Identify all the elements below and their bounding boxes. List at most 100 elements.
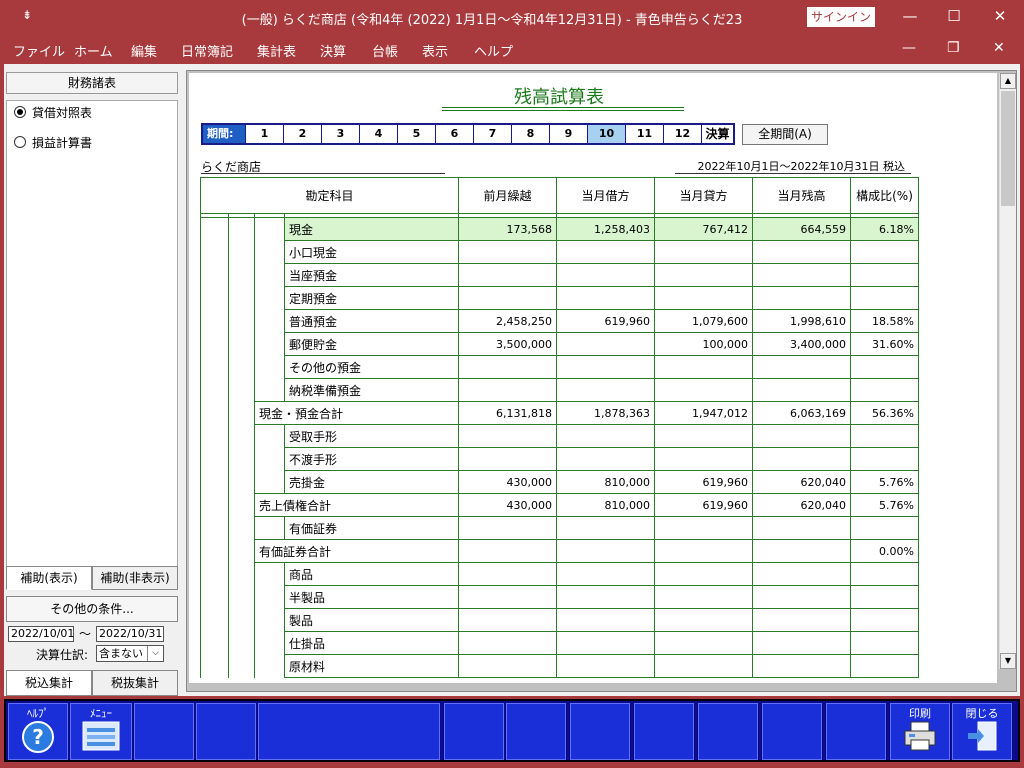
indent-cell <box>228 401 255 425</box>
account-name: 半製品 <box>284 585 459 609</box>
mdi-restore-icon[interactable]: ❐ <box>947 40 960 56</box>
prev-balance: 2,458,250 <box>458 309 557 333</box>
menu-edit[interactable]: 編集 <box>131 41 157 60</box>
table-row[interactable]: 当座預金 <box>200 263 919 287</box>
function-key-6[interactable] <box>444 703 504 760</box>
table-row[interactable]: 納税準備預金 <box>200 378 919 402</box>
table-row[interactable]: 仕掛品 <box>200 631 919 655</box>
account-name: 当座預金 <box>284 263 459 287</box>
period-3-button[interactable]: 3 <box>321 125 359 143</box>
table-row[interactable]: 小口現金 <box>200 240 919 264</box>
menu-home[interactable]: ホーム <box>74 41 113 60</box>
ratio-value <box>850 355 919 379</box>
function-key-12[interactable] <box>826 703 886 760</box>
function-key-5[interactable] <box>258 703 440 760</box>
menu-ledger[interactable]: 台帳 <box>372 41 398 60</box>
indent-cell <box>200 562 229 586</box>
tab-sub-hide[interactable]: 補助(非表示) <box>92 566 178 590</box>
menu-help[interactable]: ヘルプ <box>474 41 513 60</box>
tab-sub-show[interactable]: 補助(表示) <box>6 566 92 590</box>
date-from-input[interactable]: 2022/10/01 <box>8 626 74 642</box>
function-key-7[interactable] <box>506 703 566 760</box>
function-key-10[interactable] <box>698 703 758 760</box>
vertical-scrollbar[interactable]: ▲ ▼ <box>999 73 1016 669</box>
period-9-button[interactable]: 9 <box>549 125 587 143</box>
prev-balance <box>458 539 557 563</box>
scroll-up-icon[interactable]: ▲ <box>1000 73 1016 89</box>
table-row[interactable]: 売上債権合計 430,000 810,000 619,960 620,040 5.76% <box>200 493 919 517</box>
table-row[interactable]: 有価証券合計 0.00% <box>200 539 919 563</box>
date-to-input[interactable]: 2022/10/31 <box>96 626 164 642</box>
menu-view[interactable]: 表示 <box>422 41 448 60</box>
table-row[interactable]: その他の預金 <box>200 355 919 379</box>
signin-button[interactable]: サインイン <box>807 7 875 27</box>
function-key-1[interactable]: ﾍﾙﾌﾟ? <box>8 703 68 760</box>
table-row[interactable]: 定期預金 <box>200 286 919 310</box>
table-row[interactable]: 製品 <box>200 608 919 632</box>
scroll-thumb[interactable] <box>1001 91 1015 206</box>
menu-file[interactable]: ファイル <box>13 41 65 60</box>
period-2-button[interactable]: 2 <box>283 125 321 143</box>
radio-balance-sheet[interactable]: 貸借対照表 <box>14 102 92 122</box>
function-key-11[interactable] <box>762 703 822 760</box>
maximize-icon[interactable]: ☐ <box>939 4 969 28</box>
period-12-button[interactable]: 12 <box>663 125 701 143</box>
indent-cell <box>228 447 255 471</box>
menu-settlement[interactable]: 決算 <box>320 41 346 60</box>
account-name: 売掛金 <box>284 470 459 494</box>
indent-cell <box>200 217 229 241</box>
all-period-button[interactable]: 全期間(A) <box>742 124 828 145</box>
period-5-button[interactable]: 5 <box>397 125 435 143</box>
period-8-button[interactable]: 8 <box>511 125 549 143</box>
indent-cell <box>254 516 285 540</box>
period-1-button[interactable]: 1 <box>245 125 283 143</box>
radio-income-statement[interactable]: 損益計算書 <box>14 132 92 152</box>
radio-on-icon[interactable] <box>14 106 26 118</box>
indent-cell <box>228 470 255 494</box>
period-13-button[interactable]: 決算 <box>701 125 733 143</box>
period-4-button[interactable]: 4 <box>359 125 397 143</box>
indent-cell <box>254 562 285 586</box>
mdi-minimize-icon[interactable]: — <box>902 40 916 56</box>
menu-summary[interactable]: 集計表 <box>257 41 296 60</box>
table-row[interactable]: 郵便貯金 3,500,000 100,000 3,400,000 31.60% <box>200 332 919 356</box>
indent-cell <box>254 263 285 287</box>
function-key-15[interactable]: 閉じる <box>952 703 1012 760</box>
debit-amount: 1,258,403 <box>556 217 655 241</box>
radio-off-icon[interactable] <box>14 136 26 148</box>
period-10-button[interactable]: 10 <box>587 125 625 143</box>
tab-tax-excluded[interactable]: 税抜集計 <box>92 670 178 696</box>
indent-cell <box>254 585 285 609</box>
table-row[interactable]: 普通預金 2,458,250 619,960 1,079,600 1,998,610 18… <box>200 309 919 333</box>
table-row[interactable]: 不渡手形 <box>200 447 919 471</box>
indent-cell <box>228 217 255 241</box>
function-key-3[interactable] <box>134 703 194 760</box>
period-6-button[interactable]: 6 <box>435 125 473 143</box>
account-name: 普通預金 <box>284 309 459 333</box>
scroll-down-icon[interactable]: ▼ <box>1000 653 1016 669</box>
chevron-down-icon[interactable]: ⌵ <box>147 646 163 661</box>
table-row[interactable]: 原材料 <box>200 654 919 678</box>
table-row[interactable]: 売掛金 430,000 810,000 619,960 620,040 5.76% <box>200 470 919 494</box>
close-icon[interactable]: ✕ <box>985 4 1015 28</box>
table-row[interactable]: 現金 173,568 1,258,403 767,412 664,559 6.18% <box>200 217 919 241</box>
kessan-select[interactable]: 含まない ⌵ <box>96 645 164 662</box>
table-row[interactable]: 商品 <box>200 562 919 586</box>
other-conditions-button[interactable]: その他の条件... <box>6 596 178 622</box>
function-key-14[interactable]: 印刷 <box>890 703 950 760</box>
mdi-close-icon[interactable]: ✕ <box>993 40 1005 56</box>
function-key-8[interactable] <box>570 703 630 760</box>
period-7-button[interactable]: 7 <box>473 125 511 143</box>
indent-cell <box>228 631 255 655</box>
table-row[interactable]: 受取手形 <box>200 424 919 448</box>
tab-tax-included[interactable]: 税込集計 <box>6 670 92 696</box>
function-key-9[interactable] <box>634 703 694 760</box>
minimize-icon[interactable]: — <box>895 4 925 28</box>
menu-daily[interactable]: 日常簿記 <box>181 41 233 60</box>
period-11-button[interactable]: 11 <box>625 125 663 143</box>
function-key-2[interactable]: ﾒﾆｭｰ <box>70 703 132 760</box>
table-row[interactable]: 現金・預金合計 6,131,818 1,878,363 1,947,012 6,063,… <box>200 401 919 425</box>
table-row[interactable]: 有価証券 <box>200 516 919 540</box>
table-row[interactable]: 半製品 <box>200 585 919 609</box>
function-key-4[interactable] <box>196 703 256 760</box>
